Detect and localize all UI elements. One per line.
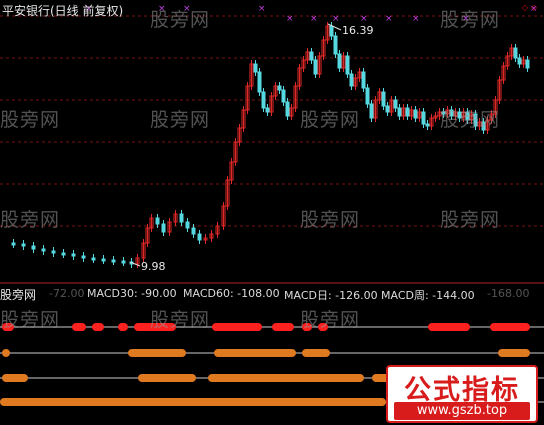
candle	[197, 233, 202, 241]
macd-day-label: MACD日: -126.00	[284, 289, 378, 302]
candle	[381, 91, 386, 107]
candle	[525, 59, 530, 69]
watermark: 股旁网	[300, 109, 361, 131]
top-marker: ×	[412, 14, 420, 24]
band-segment	[498, 349, 530, 357]
watermark: 股旁网	[0, 209, 61, 231]
top-marker: ×	[332, 14, 340, 24]
band-segment	[2, 374, 28, 382]
candle	[101, 258, 106, 262]
candle	[21, 243, 26, 247]
watermark: 股旁网	[0, 309, 61, 331]
candle	[413, 109, 418, 119]
candle	[393, 99, 398, 109]
watermark: 股旁网	[150, 109, 211, 131]
candle	[517, 57, 522, 65]
stamp-url: www.gszb.top	[416, 403, 508, 418]
candle	[71, 253, 76, 257]
top-marker: ×	[258, 4, 266, 14]
top-marker: ×	[310, 14, 318, 24]
band-segment	[490, 323, 530, 331]
band-segment	[72, 323, 86, 331]
band-segment	[118, 323, 128, 331]
candle	[397, 107, 402, 117]
site-stamp[interactable]: 公式指标 www.gszb.top	[386, 365, 538, 423]
band-segment	[92, 323, 104, 331]
candle	[349, 73, 354, 87]
candle	[11, 242, 16, 246]
candle	[261, 91, 266, 109]
candle	[61, 252, 66, 256]
top-marker: ×	[385, 14, 393, 24]
candle	[285, 101, 290, 117]
band-segment	[302, 349, 330, 357]
candle	[361, 71, 366, 89]
candle	[191, 227, 196, 235]
chart-grid	[0, 15, 544, 284]
band-segment	[208, 374, 364, 382]
band-segment	[214, 349, 296, 357]
candle	[253, 63, 258, 73]
macd-legend: 股旁网 -72.00 MACD30: -90.00 MACD60: -108.0…	[0, 286, 544, 302]
candle	[277, 85, 282, 91]
candle	[337, 53, 342, 69]
candle	[161, 223, 166, 233]
candle	[257, 71, 262, 93]
band-segment	[2, 349, 10, 357]
macd-week-label: MACD周: -144.00	[381, 289, 475, 302]
band-segment	[0, 398, 386, 406]
candle	[81, 255, 86, 259]
candle	[329, 25, 334, 37]
candle	[365, 87, 370, 105]
diamond-icons[interactable]: ◇◇	[522, 3, 540, 12]
candle	[333, 35, 338, 55]
macd-level-0: -72.00	[49, 287, 85, 300]
candle	[179, 213, 184, 223]
candle	[265, 107, 270, 113]
band-segment	[138, 374, 196, 382]
candle	[425, 123, 430, 127]
macd-level-5: -168.00	[487, 287, 530, 300]
candle	[155, 217, 160, 225]
watermark: 股旁网	[300, 209, 361, 231]
candle	[121, 260, 126, 264]
watermark: 股旁网	[300, 309, 361, 331]
band-segment	[428, 323, 470, 331]
top-marker: ×	[286, 14, 294, 24]
candle	[31, 245, 36, 250]
candle	[421, 111, 426, 125]
watermark: 股旁网	[440, 109, 501, 131]
candle	[405, 107, 410, 117]
watermark: 股旁网	[150, 309, 211, 331]
low-price-label: 9.98	[141, 260, 166, 273]
candle	[513, 47, 518, 59]
band-segment	[212, 323, 262, 331]
chart-title: 平安银行(日线 前复权)	[2, 4, 124, 18]
macd-logo: 股旁网	[0, 288, 37, 302]
candle	[309, 51, 314, 61]
candle	[91, 257, 96, 261]
candle	[345, 55, 350, 75]
candle	[369, 103, 374, 119]
band-segment	[128, 349, 186, 357]
watermark: 股旁网	[0, 109, 61, 131]
watermark: 股旁网	[440, 209, 501, 231]
candle	[41, 248, 46, 252]
candle	[385, 105, 390, 113]
watermark: 股旁网	[440, 9, 501, 31]
band-segment	[272, 323, 294, 331]
macd60-label: MACD60: -108.00	[183, 287, 280, 300]
candle	[313, 59, 318, 75]
high-price-label: 16.39	[342, 24, 374, 37]
top-marker: ×	[360, 14, 368, 24]
watermark: 股旁网	[150, 9, 211, 31]
candle	[111, 259, 116, 263]
candle	[51, 250, 56, 254]
candle	[281, 89, 286, 103]
macd30-label: MACD30: -90.00	[87, 287, 177, 300]
candle	[185, 221, 190, 229]
